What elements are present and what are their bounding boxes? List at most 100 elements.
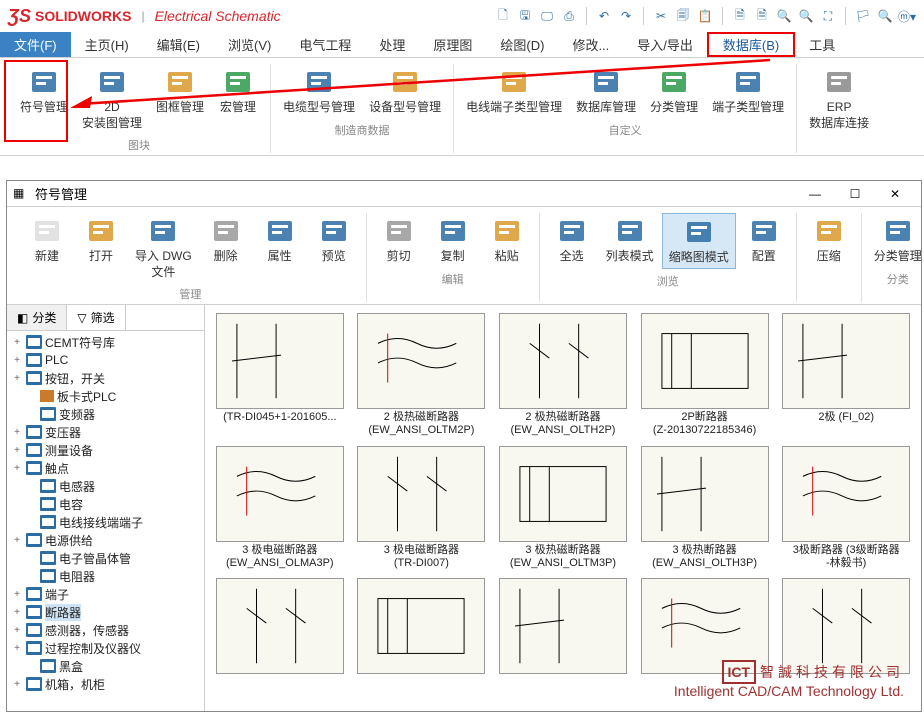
thumbnail-14[interactable] bbox=[779, 578, 913, 676]
ribbon-wire[interactable]: 电线端子类型管理 bbox=[460, 64, 568, 118]
menu-0[interactable]: 文件(F) bbox=[0, 32, 71, 57]
ribbon-device[interactable]: 设备型号管理 bbox=[363, 64, 447, 118]
thumbnail-7[interactable]: 3 极热磁断路器(EW_ANSI_OLTM3P) bbox=[496, 446, 630, 570]
expand-icon[interactable]: + bbox=[11, 589, 23, 600]
thumbnail-13[interactable] bbox=[638, 578, 772, 676]
subribbon-prop[interactable]: 属性 bbox=[254, 213, 306, 282]
expand-icon[interactable]: + bbox=[11, 355, 23, 366]
ribbon-db[interactable]: 数据库管理 bbox=[570, 64, 642, 118]
menu-3[interactable]: 浏览(V) bbox=[214, 32, 285, 57]
subribbon-catmgr[interactable]: 分类管理 bbox=[868, 213, 924, 267]
subribbon-cfg[interactable]: 配置 bbox=[738, 213, 790, 269]
tree-node-2[interactable]: +按钮，开关 bbox=[7, 369, 204, 387]
expand-icon[interactable]: + bbox=[11, 373, 23, 384]
expand-icon[interactable]: + bbox=[11, 643, 23, 654]
ribbon-2d[interactable]: 2D安装图管理 bbox=[76, 64, 148, 133]
tree-node-17[interactable]: +过程控制及仪器仪 bbox=[7, 639, 204, 657]
expand-icon[interactable]: + bbox=[11, 535, 23, 546]
menu-9[interactable]: 导入/导出 bbox=[623, 32, 707, 57]
undo-icon[interactable]: ↶ bbox=[595, 7, 613, 25]
cut-icon[interactable]: ✂ bbox=[652, 7, 670, 25]
flag-icon[interactable]: 🏳 bbox=[854, 7, 872, 25]
ribbon-cable[interactable]: 电缆型号管理 bbox=[277, 64, 361, 118]
expand-icon[interactable]: + bbox=[11, 607, 23, 618]
ribbon-term[interactable]: 端子类型管理 bbox=[706, 64, 790, 118]
expand-icon[interactable]: + bbox=[11, 445, 23, 456]
paste-icon[interactable]: 📋 bbox=[696, 7, 714, 25]
ribbon-frame[interactable]: 图框管理 bbox=[150, 64, 210, 133]
thumbnail-3[interactable]: 2P断路器(Z-20130722185346) bbox=[638, 313, 772, 437]
menu-2[interactable]: 编辑(E) bbox=[143, 32, 214, 57]
tree-node-9[interactable]: 电容 bbox=[7, 495, 204, 513]
subribbon-zip[interactable]: 压缩 bbox=[803, 213, 855, 267]
tree-list[interactable]: +CEMT符号库+PLC+按钮，开关板卡式PLC变频器+变压器+测量设备+触点电… bbox=[7, 331, 204, 711]
subribbon-copy[interactable]: 复制 bbox=[427, 213, 479, 267]
tree-node-4[interactable]: 变频器 bbox=[7, 405, 204, 423]
tree-node-14[interactable]: +端子 bbox=[7, 585, 204, 603]
tree-node-7[interactable]: +触点 bbox=[7, 459, 204, 477]
zoom-in-icon[interactable]: 🔍 bbox=[775, 7, 793, 25]
subribbon-selall[interactable]: 全选 bbox=[546, 213, 598, 269]
tree-node-5[interactable]: +变压器 bbox=[7, 423, 204, 441]
subribbon-paste[interactable]: 粘贴 bbox=[481, 213, 533, 267]
thumbnail-8[interactable]: 3 极热断路器(EW_ANSI_OLTH3P) bbox=[638, 446, 772, 570]
expand-icon[interactable]: + bbox=[11, 337, 23, 348]
tree-node-11[interactable]: +电源供给 bbox=[7, 531, 204, 549]
new-icon[interactable]: 🗋 bbox=[494, 7, 512, 25]
menu-4[interactable]: 电气工程 bbox=[285, 32, 365, 57]
tree-node-3[interactable]: 板卡式PLC bbox=[7, 387, 204, 405]
menu-5[interactable]: 处理 bbox=[365, 32, 419, 57]
menu-8[interactable]: 修改... bbox=[558, 32, 623, 57]
expand-icon[interactable]: + bbox=[11, 679, 23, 690]
ribbon-macro[interactable]: 宏管理 bbox=[212, 64, 264, 133]
close-button[interactable]: ✕ bbox=[875, 183, 915, 205]
save-icon[interactable]: 🖫 bbox=[516, 7, 534, 25]
thumbnail-11[interactable] bbox=[355, 578, 489, 676]
subribbon-thumb[interactable]: 缩略图模式 bbox=[662, 213, 736, 269]
search-icon[interactable]: 🔍 bbox=[876, 7, 894, 25]
menu-6[interactable]: 原理图 bbox=[419, 32, 486, 57]
tree-tab-1[interactable]: ▽筛选 bbox=[67, 305, 125, 330]
menu-1[interactable]: 主页(H) bbox=[71, 32, 143, 57]
tree-node-13[interactable]: 电阻器 bbox=[7, 567, 204, 585]
tree-node-6[interactable]: +测量设备 bbox=[7, 441, 204, 459]
expand-icon[interactable]: + bbox=[11, 427, 23, 438]
thumbnail-1[interactable]: 2 极热磁断路器(EW_ANSI_OLTM2P) bbox=[355, 313, 489, 437]
menu-7[interactable]: 绘图(D) bbox=[486, 32, 558, 57]
thumbnail-9[interactable]: 3极断路器 (3级断路器-林毅书) bbox=[779, 446, 913, 570]
tree-node-8[interactable]: 电感器 bbox=[7, 477, 204, 495]
fullscreen-icon[interactable]: ⛶ bbox=[819, 7, 837, 25]
copy-icon[interactable]: 🗐 bbox=[674, 7, 692, 25]
maximize-button[interactable]: ☐ bbox=[835, 183, 875, 205]
subribbon-preview[interactable]: 预览 bbox=[308, 213, 360, 282]
subribbon-dwg[interactable]: 导入 DWG文件 bbox=[129, 213, 198, 282]
print-icon[interactable]: ⎙ bbox=[560, 7, 578, 25]
subribbon-new[interactable]: 新建 bbox=[21, 213, 73, 282]
subribbon-del[interactable]: 删除 bbox=[200, 213, 252, 282]
menu-11[interactable]: 工具 bbox=[795, 32, 849, 57]
expand-icon[interactable]: + bbox=[11, 625, 23, 636]
target-icon[interactable]: ⓜ▾ bbox=[898, 7, 916, 25]
redo-icon[interactable]: ↷ bbox=[617, 7, 635, 25]
thumbnail-panel[interactable]: (TR-DI045+1-201605...2 极热磁断路器(EW_ANSI_OL… bbox=[205, 305, 921, 711]
expand-icon[interactable]: + bbox=[11, 463, 23, 474]
tree-node-12[interactable]: 电子管晶体管 bbox=[7, 549, 204, 567]
thumbnail-12[interactable] bbox=[496, 578, 630, 676]
thumbnail-2[interactable]: 2 极热磁断路器(EW_ANSI_OLTH2P) bbox=[496, 313, 630, 437]
ribbon-erp[interactable]: ERP数据库连接 bbox=[803, 64, 875, 133]
tree-node-16[interactable]: +感测器，传感器 bbox=[7, 621, 204, 639]
subribbon-cut[interactable]: 剪切 bbox=[373, 213, 425, 267]
tree-node-1[interactable]: +PLC bbox=[7, 351, 204, 369]
menu-10[interactable]: 数据库(B) bbox=[707, 32, 795, 57]
thumbnail-4[interactable]: 2极 (FI_02) bbox=[779, 313, 913, 437]
doc2-icon[interactable]: 🗎 bbox=[753, 7, 771, 25]
minimize-button[interactable]: — bbox=[795, 183, 835, 205]
tree-node-18[interactable]: 黑盒 bbox=[7, 657, 204, 675]
tree-node-10[interactable]: 电线接线端端子 bbox=[7, 513, 204, 531]
tree-node-0[interactable]: +CEMT符号库 bbox=[7, 333, 204, 351]
thumbnail-10[interactable] bbox=[213, 578, 347, 676]
tree-node-15[interactable]: +断路器 bbox=[7, 603, 204, 621]
thumbnail-5[interactable]: 3 极电磁断路器(EW_ANSI_OLMA3P) bbox=[213, 446, 347, 570]
screen-icon[interactable]: 🖵 bbox=[538, 7, 556, 25]
thumbnail-0[interactable]: (TR-DI045+1-201605... bbox=[213, 313, 347, 437]
